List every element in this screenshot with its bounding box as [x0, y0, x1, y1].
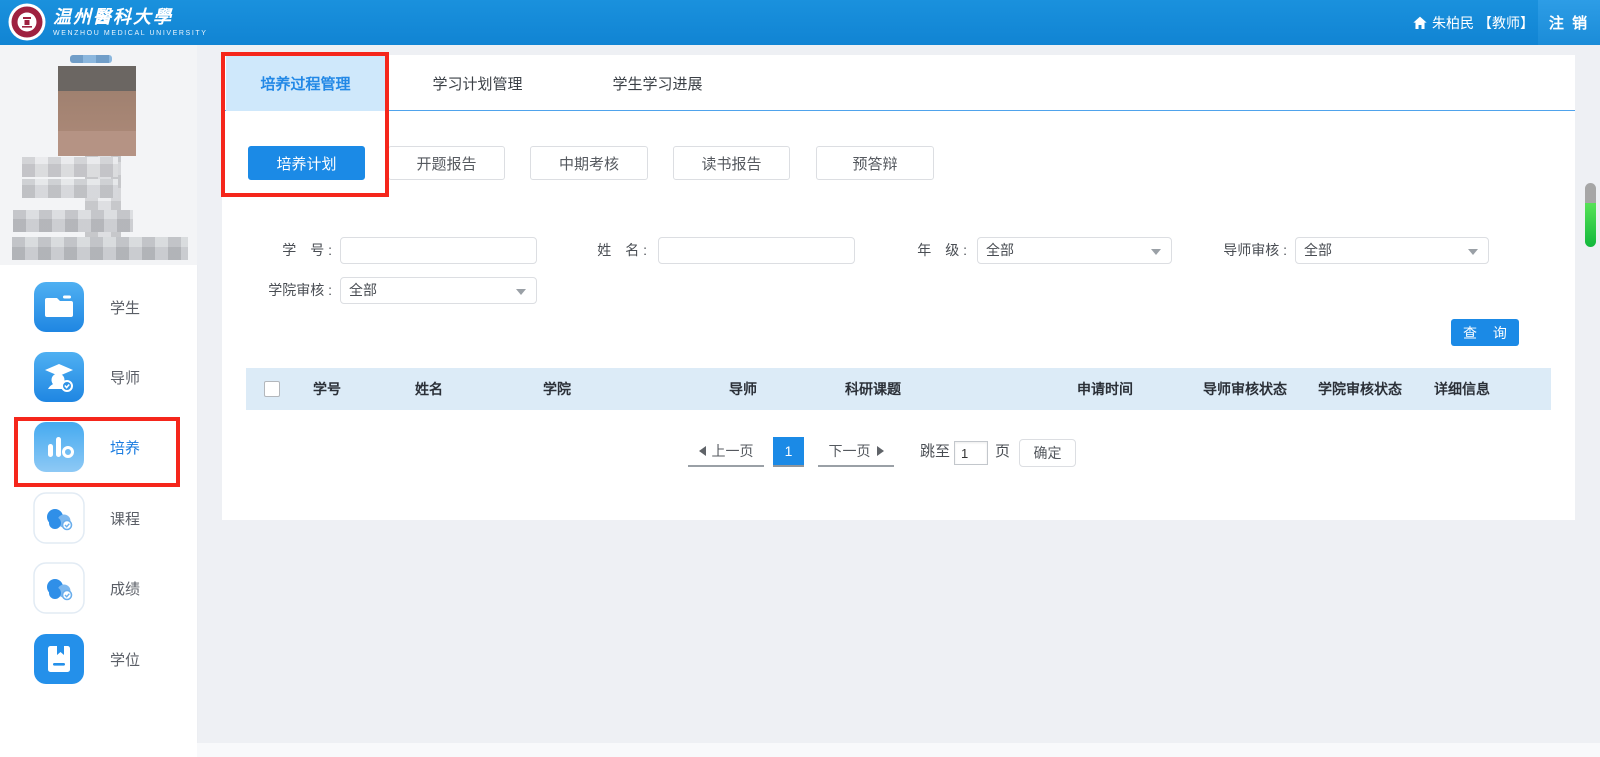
horizontal-scrollbar-track[interactable] — [197, 743, 1600, 757]
current-page-button[interactable]: 1 — [773, 437, 804, 467]
column-student-id: 学号 — [313, 368, 341, 410]
sidebar-item-label: 成绩 — [110, 578, 140, 599]
confirm-button[interactable]: 确定 — [1019, 439, 1076, 467]
column-detail-info: 详细信息 — [1434, 368, 1490, 410]
bar-chart-icon — [33, 421, 85, 473]
name-label: 姓 名 : — [567, 237, 647, 264]
college-review-select-value: 全部 — [349, 282, 377, 298]
mentor-review-select[interactable]: 全部 — [1295, 237, 1489, 264]
blurred-text-line — [22, 157, 118, 177]
button-pre-defense[interactable]: 预答辩 — [816, 146, 934, 180]
student-id-input[interactable] — [340, 237, 537, 264]
blurred-text-line — [13, 210, 133, 232]
cloud-icon — [33, 492, 85, 544]
jump-to-label: 跳至 — [920, 437, 950, 467]
sidebar-menu: 学生 导师 培养 — [0, 265, 197, 757]
prev-arrow-icon — [699, 446, 706, 456]
scrollbar-thumb-top — [1585, 183, 1596, 203]
folder-icon — [33, 281, 85, 333]
user-role-badge: 【教师】 — [1478, 13, 1534, 33]
next-page-label: 下一页 — [829, 441, 871, 461]
column-name: 姓名 — [415, 368, 443, 410]
prev-page-label: 上一页 — [712, 441, 754, 461]
page-unit-label: 页 — [995, 437, 1010, 467]
top-header: 温州醫科大學 WENZHOU MEDICAL UNIVERSITY 朱柏民 【教… — [0, 0, 1600, 45]
mentor-review-label: 导师审核 : — [1177, 237, 1287, 264]
university-emblem-icon — [8, 3, 46, 41]
book-icon — [33, 633, 85, 685]
college-review-label: 学院审核 : — [242, 277, 332, 304]
sidebar-item-label: 导师 — [110, 367, 140, 388]
sidebar-item-grades[interactable]: 成绩 — [0, 561, 197, 615]
button-cultivation-plan[interactable]: 培养计划 — [248, 146, 365, 180]
tab-cultivation-process[interactable]: 培养过程管理 — [226, 55, 385, 111]
button-reading-report[interactable]: 读书报告 — [673, 146, 790, 180]
blurred-text-line — [12, 237, 188, 260]
university-name-en: WENZHOU MEDICAL UNIVERSITY — [53, 30, 208, 37]
column-college: 学院 — [543, 368, 571, 410]
select-all-checkbox[interactable] — [264, 381, 280, 397]
blurred-decoration — [70, 55, 112, 63]
app-window: 温州醫科大學 WENZHOU MEDICAL UNIVERSITY 朱柏民 【教… — [0, 0, 1600, 757]
home-icon[interactable] — [1412, 15, 1428, 31]
grade-select[interactable]: 全部 — [977, 237, 1172, 264]
chevron-down-icon — [516, 289, 526, 295]
column-college-review-status: 学院审核状态 — [1318, 368, 1402, 410]
page-scrollbar[interactable] — [1585, 183, 1596, 247]
column-research-topic: 科研课题 — [845, 368, 901, 410]
button-midterm-assessment[interactable]: 中期考核 — [530, 146, 648, 180]
sidebar-item-degree[interactable]: 学位 — [0, 632, 197, 686]
university-name: 温州醫科大學 WENZHOU MEDICAL UNIVERSITY — [53, 8, 208, 37]
table-header-row: 学号 姓名 学院 导师 科研课题 申请时间 导师审核状态 学院审核状态 详细信息 — [246, 368, 1551, 410]
next-page-button[interactable]: 下一页 — [818, 437, 894, 467]
sidebar-item-mentors[interactable]: 导师 — [0, 350, 197, 404]
student-id-label: 学 号 : — [252, 237, 332, 264]
scrollbar-thumb-green — [1585, 203, 1596, 247]
grade-label: 年 级 : — [887, 237, 967, 264]
college-review-select[interactable]: 全部 — [340, 277, 537, 304]
sidebar-item-cultivation[interactable]: 培养 — [0, 420, 197, 474]
tab-bar: 培养过程管理 学习计划管理 学生学习进展 — [222, 55, 1575, 111]
cloud-icon — [33, 562, 85, 614]
sidebar-item-label: 学生 — [110, 297, 140, 318]
user-avatar[interactable] — [58, 66, 136, 156]
main-content: 培养过程管理 学习计划管理 学生学习进展 培养计划 开题报告 中期考核 读书报告… — [222, 55, 1575, 520]
chevron-down-icon — [1468, 249, 1478, 255]
sidebar-item-label: 课程 — [110, 508, 140, 529]
name-input[interactable] — [658, 237, 855, 264]
profile-panel — [0, 45, 197, 265]
mentor-icon — [33, 351, 85, 403]
tab-student-progress[interactable]: 学生学习进展 — [570, 55, 745, 111]
column-mentor-review-status: 导师审核状态 — [1203, 368, 1287, 410]
tab-study-plan[interactable]: 学习计划管理 — [385, 55, 570, 111]
next-arrow-icon — [877, 446, 884, 456]
search-button[interactable]: 查 询 — [1451, 319, 1519, 346]
prev-page-button[interactable]: 上一页 — [688, 437, 764, 467]
blurred-text-line — [22, 179, 118, 198]
column-mentor: 导师 — [729, 368, 757, 410]
user-info: 朱柏民 【教师】 — [1412, 0, 1534, 45]
chevron-down-icon — [1151, 249, 1161, 255]
university-logo: 温州醫科大學 WENZHOU MEDICAL UNIVERSITY — [8, 3, 208, 41]
sidebar-item-label: 学位 — [110, 649, 140, 670]
sidebar-item-label: 培养 — [110, 437, 140, 458]
mentor-review-select-value: 全部 — [1304, 242, 1332, 258]
jump-page-input[interactable] — [954, 441, 988, 465]
logout-button[interactable]: 注 销 — [1538, 0, 1600, 45]
grade-select-value: 全部 — [986, 242, 1014, 258]
university-name-cn: 温州醫科大學 — [53, 8, 208, 28]
user-name: 朱柏民 — [1432, 13, 1474, 33]
button-proposal-report[interactable]: 开题报告 — [388, 146, 505, 180]
sidebar-item-courses[interactable]: 课程 — [0, 491, 197, 545]
sidebar-item-students[interactable]: 学生 — [0, 280, 197, 334]
column-apply-time: 申请时间 — [1077, 368, 1133, 410]
